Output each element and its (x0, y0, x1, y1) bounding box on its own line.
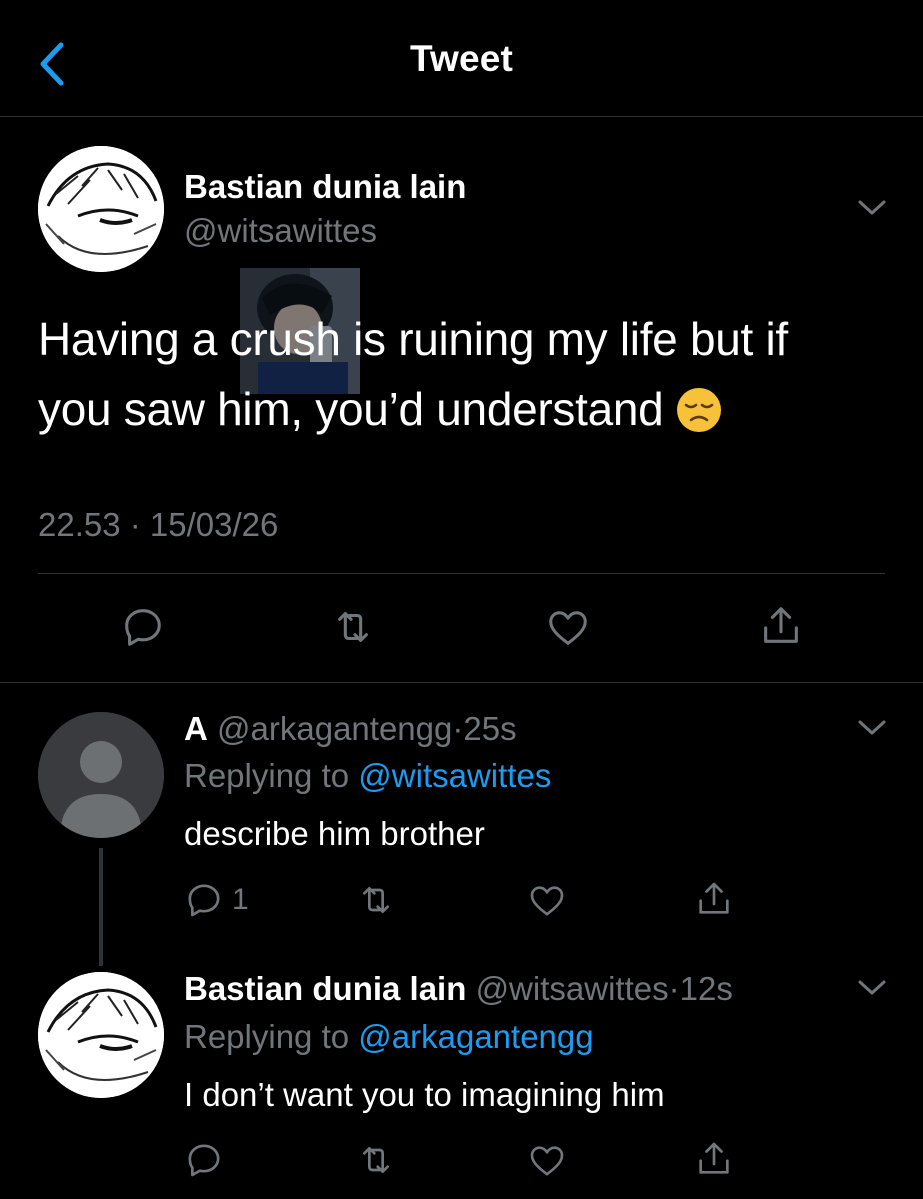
retweet-icon (363, 887, 389, 913)
reply-icon (188, 1144, 220, 1177)
heart-icon (530, 886, 564, 916)
avatar[interactable] (38, 146, 164, 272)
share-icon (699, 882, 729, 914)
tweet-text-line1: Having a crush is ruining my life but if (38, 313, 788, 365)
reply-text: describe him brother (184, 815, 485, 852)
tweet-text: Having a crush is ruining my life but if… (38, 304, 888, 444)
disappointed-face-emoji (676, 388, 721, 432)
more-options-button[interactable] (856, 716, 888, 743)
reply-icon (125, 609, 161, 646)
share-button[interactable] (758, 602, 804, 650)
tweet-timestamp[interactable]: 22.53 · 15/03/26 (38, 506, 278, 544)
share-button[interactable] (694, 1138, 734, 1180)
reply-separator: · (452, 710, 464, 747)
like-button[interactable] (526, 880, 568, 920)
retweet-icon (363, 1147, 389, 1173)
replying-to-label: Replying to (184, 1018, 350, 1055)
reply-text: I don’t want you to imagining him (184, 1076, 665, 1113)
replying-to-label: Replying to (184, 757, 350, 794)
chevron-down-icon (858, 200, 886, 215)
reply-header: A @arkagantengg·25s (184, 710, 517, 748)
heart-icon (530, 1146, 564, 1176)
share-button[interactable] (694, 878, 734, 920)
reply-separator: · (668, 970, 680, 1007)
reply-button[interactable]: 1 (184, 880, 249, 920)
replying-to: Replying to @arkagantengg (184, 1018, 594, 1056)
stats-divider (38, 573, 885, 574)
reply-author-handle[interactable]: @arkagantengg (217, 710, 452, 747)
replying-to-link[interactable]: @witsawittes (358, 757, 551, 794)
more-options-button[interactable] (856, 196, 888, 223)
avatar[interactable] (38, 972, 164, 1098)
avatar[interactable] (38, 712, 164, 838)
reply-count: 1 (232, 883, 249, 916)
replying-to-link[interactable]: @arkagantengg (358, 1018, 593, 1055)
default-avatar-icon (38, 712, 164, 838)
reply-header: Bastian dunia lain @witsawittes·12s (184, 970, 733, 1008)
retweet-button[interactable] (330, 604, 376, 650)
author-name[interactable]: Bastian dunia lain (184, 168, 466, 206)
avatar-sketch-image (38, 972, 164, 1098)
retweet-button[interactable] (356, 880, 396, 920)
tweet-text-line2: you saw him, you’d understand (38, 374, 888, 444)
reply-age: 12s (679, 970, 733, 1007)
reply-button[interactable] (120, 604, 166, 650)
reply-author-name[interactable]: A (184, 710, 208, 747)
heart-icon (549, 611, 587, 645)
retweet-button[interactable] (356, 1140, 396, 1180)
more-options-button[interactable] (856, 976, 888, 1003)
thread-line (99, 848, 103, 966)
share-icon (699, 1142, 729, 1174)
header-divider (0, 116, 923, 117)
share-icon (764, 607, 798, 643)
reply-age: 25s (463, 710, 517, 747)
tweet-divider (0, 682, 923, 683)
chevron-down-icon (858, 980, 886, 995)
reply-author-name[interactable]: Bastian dunia lain (184, 970, 466, 1007)
reply-icon (188, 884, 220, 917)
like-button[interactable] (544, 604, 592, 650)
replying-to: Replying to @witsawittes (184, 757, 551, 795)
like-button[interactable] (526, 1140, 568, 1180)
tweet-text-line2-words: you saw him, you’d understand (38, 383, 664, 435)
retweet-icon (338, 612, 368, 642)
reply-author-handle[interactable]: @witsawittes (476, 970, 669, 1007)
author-handle[interactable]: @witsawittes (184, 212, 377, 250)
avatar-sketch-image (38, 146, 164, 272)
chevron-down-icon (858, 720, 886, 735)
reply-button[interactable] (184, 1140, 224, 1180)
page-title: Tweet (409, 38, 514, 79)
